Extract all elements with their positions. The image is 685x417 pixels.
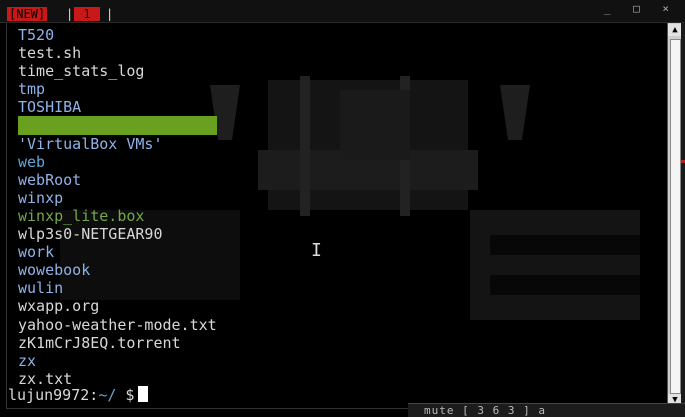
background-window-strip: mute [ 3 6 3 ] a [408,403,685,417]
background-status-text: mute [ 3 6 3 ] a [424,404,546,417]
prompt-host: lujun9972: [8,386,99,404]
listing-entry: winxp_lite.box [18,206,145,225]
edge-marker [681,160,685,163]
tag-separator: | [106,7,114,21]
tab-number-tag[interactable]: 1 [74,7,100,21]
terminal-scrollbar[interactable]: ▲ ▼ [667,23,682,407]
listing-entry: work [18,243,55,262]
window-controls[interactable]: _ □ × [604,2,677,15]
listing-entry: yahoo-weather-mode.txt [18,315,217,334]
listing-entry: wlp3s0-NETGEAR90 [18,225,163,244]
desktop-edge [681,23,685,417]
listing-entry: zK1mCrJ8EQ.torrent [18,333,181,352]
listing-entry: winxp [18,188,64,207]
listing-entry: test.sh [18,44,82,63]
listing-entry: tmp [18,80,46,99]
listing-entry: wulin [18,279,64,298]
listing-entry: wowebook [18,261,91,280]
shell-prompt[interactable]: lujun9972:~/ $ [8,385,149,405]
scroll-up-arrow-icon[interactable]: ▲ [668,24,682,36]
ibeam-cursor-icon: I [311,240,322,261]
tag-separator: | [66,7,74,21]
directory-listing: T520 test.sh time_stats_log tmp TOSHIBA ug 'Vi… [18,26,217,388]
prompt-symbol: $ [116,386,135,404]
listing-entry: web [18,152,46,171]
text-cursor [138,386,149,402]
prompt-path: ~/ [98,386,117,404]
new-window-tag[interactable]: [NEW] [7,7,48,21]
listing-entry: T520 [18,26,55,44]
listing-entry: wxapp.org [18,297,100,316]
listing-entry: zx [18,351,37,370]
listing-entry: time_stats_log [18,62,145,81]
listing-entry: webRoot [18,170,82,189]
listing-entry: TOSHIBA [18,98,82,117]
scrollbar-thumb[interactable] [670,39,681,394]
listing-entry: 'VirtualBox VMs' [18,134,163,153]
window-tag-bar: [NEW] | 1 | _ □ × [0,0,685,23]
terminal-area[interactable]: T520 test.sh time_stats_log tmp TOSHIBA ug 'Vi… [6,23,668,409]
listing-entry: ug [18,116,217,135]
